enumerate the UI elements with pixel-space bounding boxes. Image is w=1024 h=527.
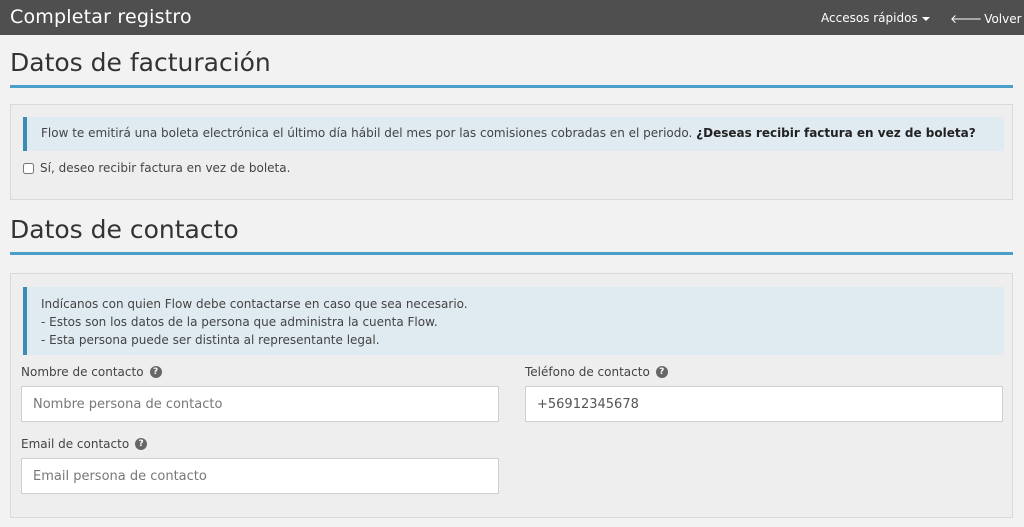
contact-name-label-row: Nombre de contacto ? — [21, 365, 162, 379]
page-title: Completar registro — [10, 6, 192, 28]
invoice-checkbox[interactable] — [23, 162, 34, 174]
contact-info-line: - Estos son los datos de la persona que … — [41, 315, 438, 329]
quick-access-dropdown[interactable]: Accesos rápidos — [821, 11, 930, 25]
back-label: Volver — [984, 12, 1022, 26]
contact-heading: Datos de contacto — [10, 215, 1013, 255]
invoice-checkbox-row[interactable]: Sí, deseo recibir factura en vez de bole… — [23, 161, 290, 175]
quick-access-label: Accesos rápidos — [821, 11, 918, 25]
billing-info-text: Flow te emitirá una boleta electrónica e… — [41, 126, 697, 140]
contact-phone-input[interactable] — [525, 386, 1003, 422]
contact-info-line: - Esta persona puede ser distinta al rep… — [41, 333, 380, 347]
caret-down-icon — [921, 16, 930, 21]
billing-info-box: Flow te emitirá una boleta electrónica e… — [23, 117, 1004, 151]
arrow-left-icon: 🡐 — [950, 12, 983, 26]
contact-panel: Indícanos con quien Flow debe contactars… — [10, 273, 1013, 518]
contact-email-input[interactable] — [21, 458, 499, 494]
contact-info-line: Indícanos con quien Flow debe contactars… — [41, 297, 468, 311]
contact-email-label-row: Email de contacto ? — [21, 437, 148, 451]
contact-email-label: Email de contacto — [21, 437, 130, 451]
billing-panel: Flow te emitirá una boleta electrónica e… — [10, 104, 1013, 200]
contact-phone-label-row: Teléfono de contacto ? — [525, 365, 668, 379]
question-circle-icon[interactable]: ? — [149, 366, 162, 378]
back-link[interactable]: 🡐 Volver — [950, 11, 1022, 26]
question-circle-icon[interactable]: ? — [655, 366, 668, 378]
top-navbar: Completar registro Accesos rápidos 🡐 Volv… — [0, 0, 1024, 35]
billing-heading: Datos de facturación — [10, 48, 1013, 88]
billing-info-question: ¿Deseas recibir factura en vez de boleta… — [696, 126, 976, 140]
contact-name-label: Nombre de contacto — [21, 365, 144, 379]
contact-phone-label: Teléfono de contacto — [525, 365, 650, 379]
contact-info-box: Indícanos con quien Flow debe contactars… — [23, 287, 1004, 355]
contact-name-input[interactable] — [21, 386, 499, 422]
question-circle-icon[interactable]: ? — [135, 438, 148, 450]
invoice-checkbox-label: Sí, deseo recibir factura en vez de bole… — [40, 161, 291, 175]
